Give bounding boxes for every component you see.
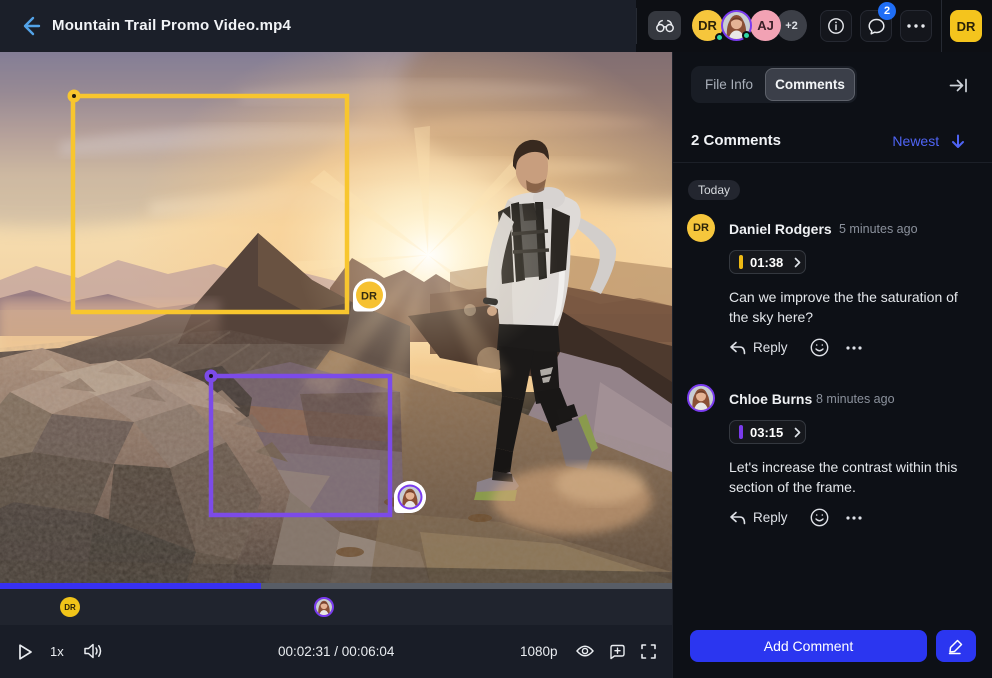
svg-text:DR: DR <box>361 291 377 303</box>
